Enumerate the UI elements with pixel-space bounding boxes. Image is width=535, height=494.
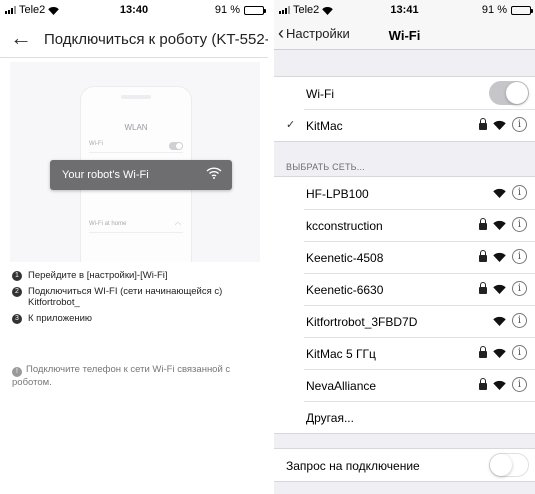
battery-percent: 91 % — [214, 4, 240, 16]
wifi-icon — [206, 166, 222, 183]
wifi-signal-icon — [493, 252, 506, 262]
info-icon[interactable]: i — [512, 249, 527, 264]
battery-percent: 91 % — [481, 4, 507, 16]
step-number: 2 — [12, 287, 22, 297]
step-3: 3 К приложению — [12, 313, 262, 324]
step-text: Перейдите в [настройки]-[Wi-Fi] — [28, 270, 168, 281]
ask-join-group: Запрос на подключение — [274, 448, 535, 482]
network-name: Keenetic-6630 — [306, 283, 384, 297]
lock-icon — [479, 378, 487, 390]
ask-join-toggle[interactable] — [489, 453, 529, 477]
network-row[interactable]: KitMac 5 ГГц i — [274, 337, 535, 369]
battery-icon — [511, 5, 533, 15]
network-name: Kitfortrobot_3FBD7D — [306, 315, 418, 329]
info-icon[interactable]: i — [512, 217, 527, 232]
lock-icon — [479, 250, 487, 262]
wifi-toggle-row: Wi-Fi — [274, 77, 535, 109]
wifi-signal-icon — [493, 316, 506, 326]
network-row[interactable]: kcconstruction i — [274, 209, 535, 241]
illustration-home-network: Wi-Fi at home — [89, 221, 127, 227]
info-icon[interactable]: i — [512, 185, 527, 200]
network-row[interactable]: Kitfortrobot_3FBD7D i — [274, 305, 535, 337]
wifi-signal-icon — [493, 348, 506, 358]
header: ← Подключиться к роботу (KT-552-1) — [0, 22, 268, 58]
status-bar: Tele2 13:41 91 % — [274, 0, 535, 20]
robot-connect-screen: Tele2 13:40 91 % ← Подключиться к роботу… — [0, 0, 268, 494]
illustration-wifi-label: Wi-Fi — [89, 141, 103, 147]
info-icon[interactable]: i — [512, 313, 527, 328]
wifi-signal-icon — [493, 284, 506, 294]
lock-icon — [479, 346, 487, 358]
info-icon[interactable]: i — [512, 345, 527, 360]
wifi-toggle[interactable] — [489, 81, 529, 105]
lock-icon — [479, 118, 487, 130]
battery-icon — [244, 5, 266, 15]
info-icon[interactable]: i — [512, 281, 527, 296]
network-row[interactable]: Keenetic-4508 i — [274, 241, 535, 273]
back-arrow-icon[interactable]: ← — [10, 26, 32, 50]
other-network-row[interactable]: Другая... — [274, 401, 535, 433]
choose-network-header: ВЫБРАТЬ СЕТЬ... — [286, 162, 365, 172]
wifi-main-group: Wi-Fi ✓ KitMac i — [274, 76, 535, 142]
network-row[interactable]: Keenetic-6630 i — [274, 273, 535, 305]
info-icon[interactable]: i — [512, 377, 527, 392]
info-icon[interactable]: i — [512, 117, 527, 132]
illustration-toggle — [169, 142, 183, 150]
other-network-label: Другая... — [306, 411, 354, 425]
navigation-bar: ‹ Настройки Wi-Fi — [274, 20, 535, 50]
ask-join-label: Запрос на подключение — [286, 459, 420, 473]
instruction-steps: 1 Перейдите в [настройки]-[Wi-Fi] 2 Подк… — [12, 270, 262, 329]
wifi-toggle-label: Wi-Fi — [306, 87, 334, 101]
network-name: kcconstruction — [306, 219, 383, 233]
wifi-signal-icon — [493, 220, 506, 230]
network-name: KitMac — [306, 119, 343, 133]
illustration-wifi-icon: ◠ — [174, 222, 181, 229]
connected-network-row[interactable]: ✓ KitMac i — [274, 109, 535, 141]
wifi-settings-screen: Tele2 13:41 91 % ‹ Настройки Wi-Fi Wi-Fi… — [274, 0, 535, 494]
step-number: 1 — [12, 271, 22, 281]
network-name: NevaAlliance — [306, 379, 377, 393]
wifi-signal-icon — [493, 380, 506, 390]
wifi-signal-icon — [493, 120, 506, 130]
ask-join-row: Запрос на подключение — [274, 449, 535, 481]
wifi-signal-icon — [493, 188, 506, 198]
network-name: HF-LPB100 — [306, 187, 369, 201]
network-row[interactable]: HF-LPB100 i — [274, 177, 535, 209]
step-2: 2 Подключиться WI-FI (сети начинающейся … — [12, 286, 262, 308]
robot-wifi-card: Your robot's Wi-Fi — [50, 160, 232, 190]
step-1: 1 Перейдите в [настройки]-[Wi-Fi] — [12, 270, 262, 281]
illustration-wlan-title: WLAN — [124, 123, 148, 132]
network-name: KitMac 5 ГГц — [306, 347, 376, 361]
step-number: 3 — [12, 314, 22, 324]
hint-text: Подключите телефон к сети Wi-Fi связанно… — [12, 364, 231, 388]
status-bar: Tele2 13:40 91 % — [0, 0, 268, 20]
network-row[interactable]: NevaAlliance i — [274, 369, 535, 401]
hint-note: ! Подключите телефон к сети Wi-Fi связанн… — [12, 364, 262, 389]
lock-icon — [479, 282, 487, 294]
info-icon: ! — [12, 367, 22, 377]
step-text: К приложению — [28, 313, 93, 324]
page-title: Wi-Fi — [388, 28, 421, 43]
wifi-illustration: WLAN Wi-Fi Wi-Fi at home ◠ Your robot's … — [10, 62, 260, 262]
checkmark-icon: ✓ — [286, 119, 296, 131]
robot-wifi-label: Your robot's Wi-Fi — [62, 169, 149, 181]
page-title: Подключиться к роботу (KT-552-1) — [44, 31, 268, 48]
network-list: HF-LPB100 i kcconstruction i Keenetic-4508 i K… — [274, 176, 535, 434]
network-name: Keenetic-4508 — [306, 251, 384, 265]
lock-icon — [479, 218, 487, 230]
step-text: Подключиться WI-FI (сети начинающейся с)… — [28, 286, 223, 308]
